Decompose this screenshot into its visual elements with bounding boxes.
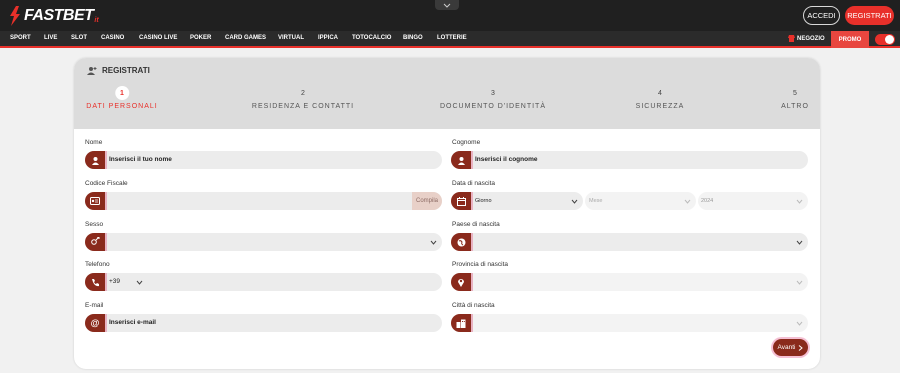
email-placeholder: Inserisci e-mail: [109, 319, 156, 326]
step-5[interactable]: 5 ALTRO: [781, 86, 809, 111]
nav-item-slot[interactable]: SLOT: [71, 35, 87, 41]
birth-year-value: 2024: [701, 198, 714, 204]
logo-flame-icon: [10, 6, 20, 26]
step-4[interactable]: 4 SICUREZZA: [635, 86, 685, 111]
step-label: RESIDENZA E CONTATTI: [251, 103, 355, 110]
step-label: DATI PERSONALI: [86, 103, 158, 110]
nav-item-sport[interactable]: SPORT: [10, 35, 31, 41]
user-icon: [85, 151, 107, 169]
add-user-icon: [87, 67, 97, 75]
phone-prefix[interactable]: +39: [109, 278, 120, 285]
chevron-down-icon: [430, 240, 437, 245]
paese-nascita-select[interactable]: [451, 233, 808, 251]
city-icon: [451, 314, 473, 332]
nav-item-casino[interactable]: CASINO: [101, 35, 124, 41]
chevron-down-icon: [796, 199, 803, 204]
login-button[interactable]: ACCEDI: [803, 6, 840, 25]
gender-icon: [85, 233, 107, 251]
email-label: E-mail: [85, 302, 104, 309]
next-button-label: Avanti: [777, 344, 796, 351]
step-number: 1: [114, 86, 129, 100]
theme-toggle[interactable]: [875, 34, 895, 45]
calendar-icon: [451, 192, 473, 210]
nav-item-card-games[interactable]: CARD GAMES: [225, 35, 266, 41]
chevron-down-icon: [684, 199, 691, 204]
email-field[interactable]: @ Inserisci e-mail: [85, 314, 442, 332]
registration-card: REGISTRATI 1 DATI PERSONALI 2 RESIDENZA …: [74, 58, 820, 369]
form-title-text: REGISTRATI: [102, 66, 150, 75]
top-header: FASTBET it ACCEDI REGISTRATI: [0, 0, 900, 31]
telefono-field[interactable]: +39: [85, 273, 442, 291]
logo-suffix: it: [94, 16, 99, 24]
user-icon: [451, 151, 473, 169]
sesso-select[interactable]: [85, 233, 442, 251]
step-label: SICUREZZA: [635, 103, 685, 110]
register-button[interactable]: REGISTRATI: [845, 6, 894, 25]
main-nav: SPORT LIVE SLOT CASINO CASINO LIVE POKER…: [0, 31, 900, 48]
nav-shop-link[interactable]: NEGOZIO: [788, 35, 825, 42]
cognome-field[interactable]: Inserisci il cognome: [451, 151, 808, 169]
birth-year-select[interactable]: 2024: [698, 192, 808, 210]
store-icon: [788, 35, 795, 42]
nav-item-bingo[interactable]: BINGO: [403, 35, 423, 41]
phone-icon: [85, 273, 107, 291]
stepper-header: REGISTRATI 1 DATI PERSONALI 2 RESIDENZA …: [74, 58, 820, 129]
nav-item-casino-live[interactable]: CASINO LIVE: [139, 35, 177, 41]
birth-day-value: Giorno: [475, 198, 492, 204]
collapse-header-button[interactable]: [435, 0, 459, 10]
citta-nascita-select[interactable]: [451, 314, 808, 332]
logo-text: FASTBET: [24, 7, 94, 24]
step-3[interactable]: 3 DOCUMENTO D'IDENTITÀ: [440, 86, 546, 111]
nome-label: Nome: [85, 139, 103, 146]
step-2[interactable]: 2 RESIDENZA E CONTATTI: [251, 86, 355, 111]
codice-fiscale-field[interactable]: Compila: [85, 192, 442, 210]
telefono-label: Telefono: [85, 261, 110, 268]
cognome-placeholder: Inserisci il cognome: [475, 156, 538, 163]
sesso-label: Sesso: [85, 221, 104, 228]
form-title: REGISTRATI: [87, 66, 150, 75]
nav-item-ippica[interactable]: IPPICA: [318, 35, 338, 41]
nav-shop-label: NEGOZIO: [797, 35, 825, 42]
nav-item-live[interactable]: LIVE: [44, 35, 57, 41]
nav-item-totocalcio[interactable]: TOTOCALCIO: [352, 35, 391, 41]
at-sign-icon: @: [85, 314, 107, 332]
chevron-down-icon: [796, 280, 803, 285]
nav-item-virtual[interactable]: VIRTUAL: [278, 35, 304, 41]
chevron-down-icon: [443, 3, 451, 8]
fastbet-logo[interactable]: FASTBET it: [8, 5, 99, 27]
cognome-label: Cognome: [452, 139, 481, 146]
nav-promo-button[interactable]: PROMO: [831, 31, 869, 48]
step-1[interactable]: 1 DATI PERSONALI: [86, 86, 157, 110]
chevron-down-icon: [796, 321, 803, 326]
codice-fiscale-label: Codice Fiscale: [85, 180, 128, 187]
step-number: 3: [491, 89, 495, 97]
globe-icon: [451, 233, 473, 251]
chevron-down-icon: [571, 199, 578, 204]
nome-placeholder: Inserisci il tuo nome: [109, 156, 172, 163]
nav-item-poker[interactable]: POKER: [190, 35, 211, 41]
birth-month-value: Mese: [589, 198, 603, 204]
birth-month-select[interactable]: Mese: [585, 192, 696, 210]
next-button[interactable]: Avanti: [773, 339, 808, 356]
provincia-nascita-label: Provincia di nascita: [452, 261, 508, 268]
step-label: DOCUMENTO D'IDENTITÀ: [440, 103, 546, 110]
compila-button[interactable]: Compila: [412, 192, 442, 210]
step-number: 2: [301, 89, 305, 97]
data-nascita-label: Data di nascita: [452, 180, 495, 187]
step-number: 5: [793, 89, 797, 97]
id-card-icon: [85, 192, 107, 210]
chevron-right-icon: [799, 344, 804, 351]
nome-field[interactable]: Inserisci il tuo nome: [85, 151, 442, 169]
provincia-nascita-select[interactable]: [451, 273, 808, 291]
step-label: ALTRO: [781, 103, 809, 110]
chevron-down-icon: [136, 280, 143, 285]
nav-item-lotterie[interactable]: LOTTERIE: [437, 35, 467, 41]
chevron-down-icon: [796, 240, 803, 245]
citta-nascita-label: Città di nascita: [452, 302, 495, 309]
step-number: 4: [658, 89, 662, 97]
paese-nascita-label: Paese di nascita: [452, 221, 500, 228]
map-pin-icon: [451, 273, 473, 291]
birth-day-select[interactable]: Giorno: [451, 192, 583, 210]
